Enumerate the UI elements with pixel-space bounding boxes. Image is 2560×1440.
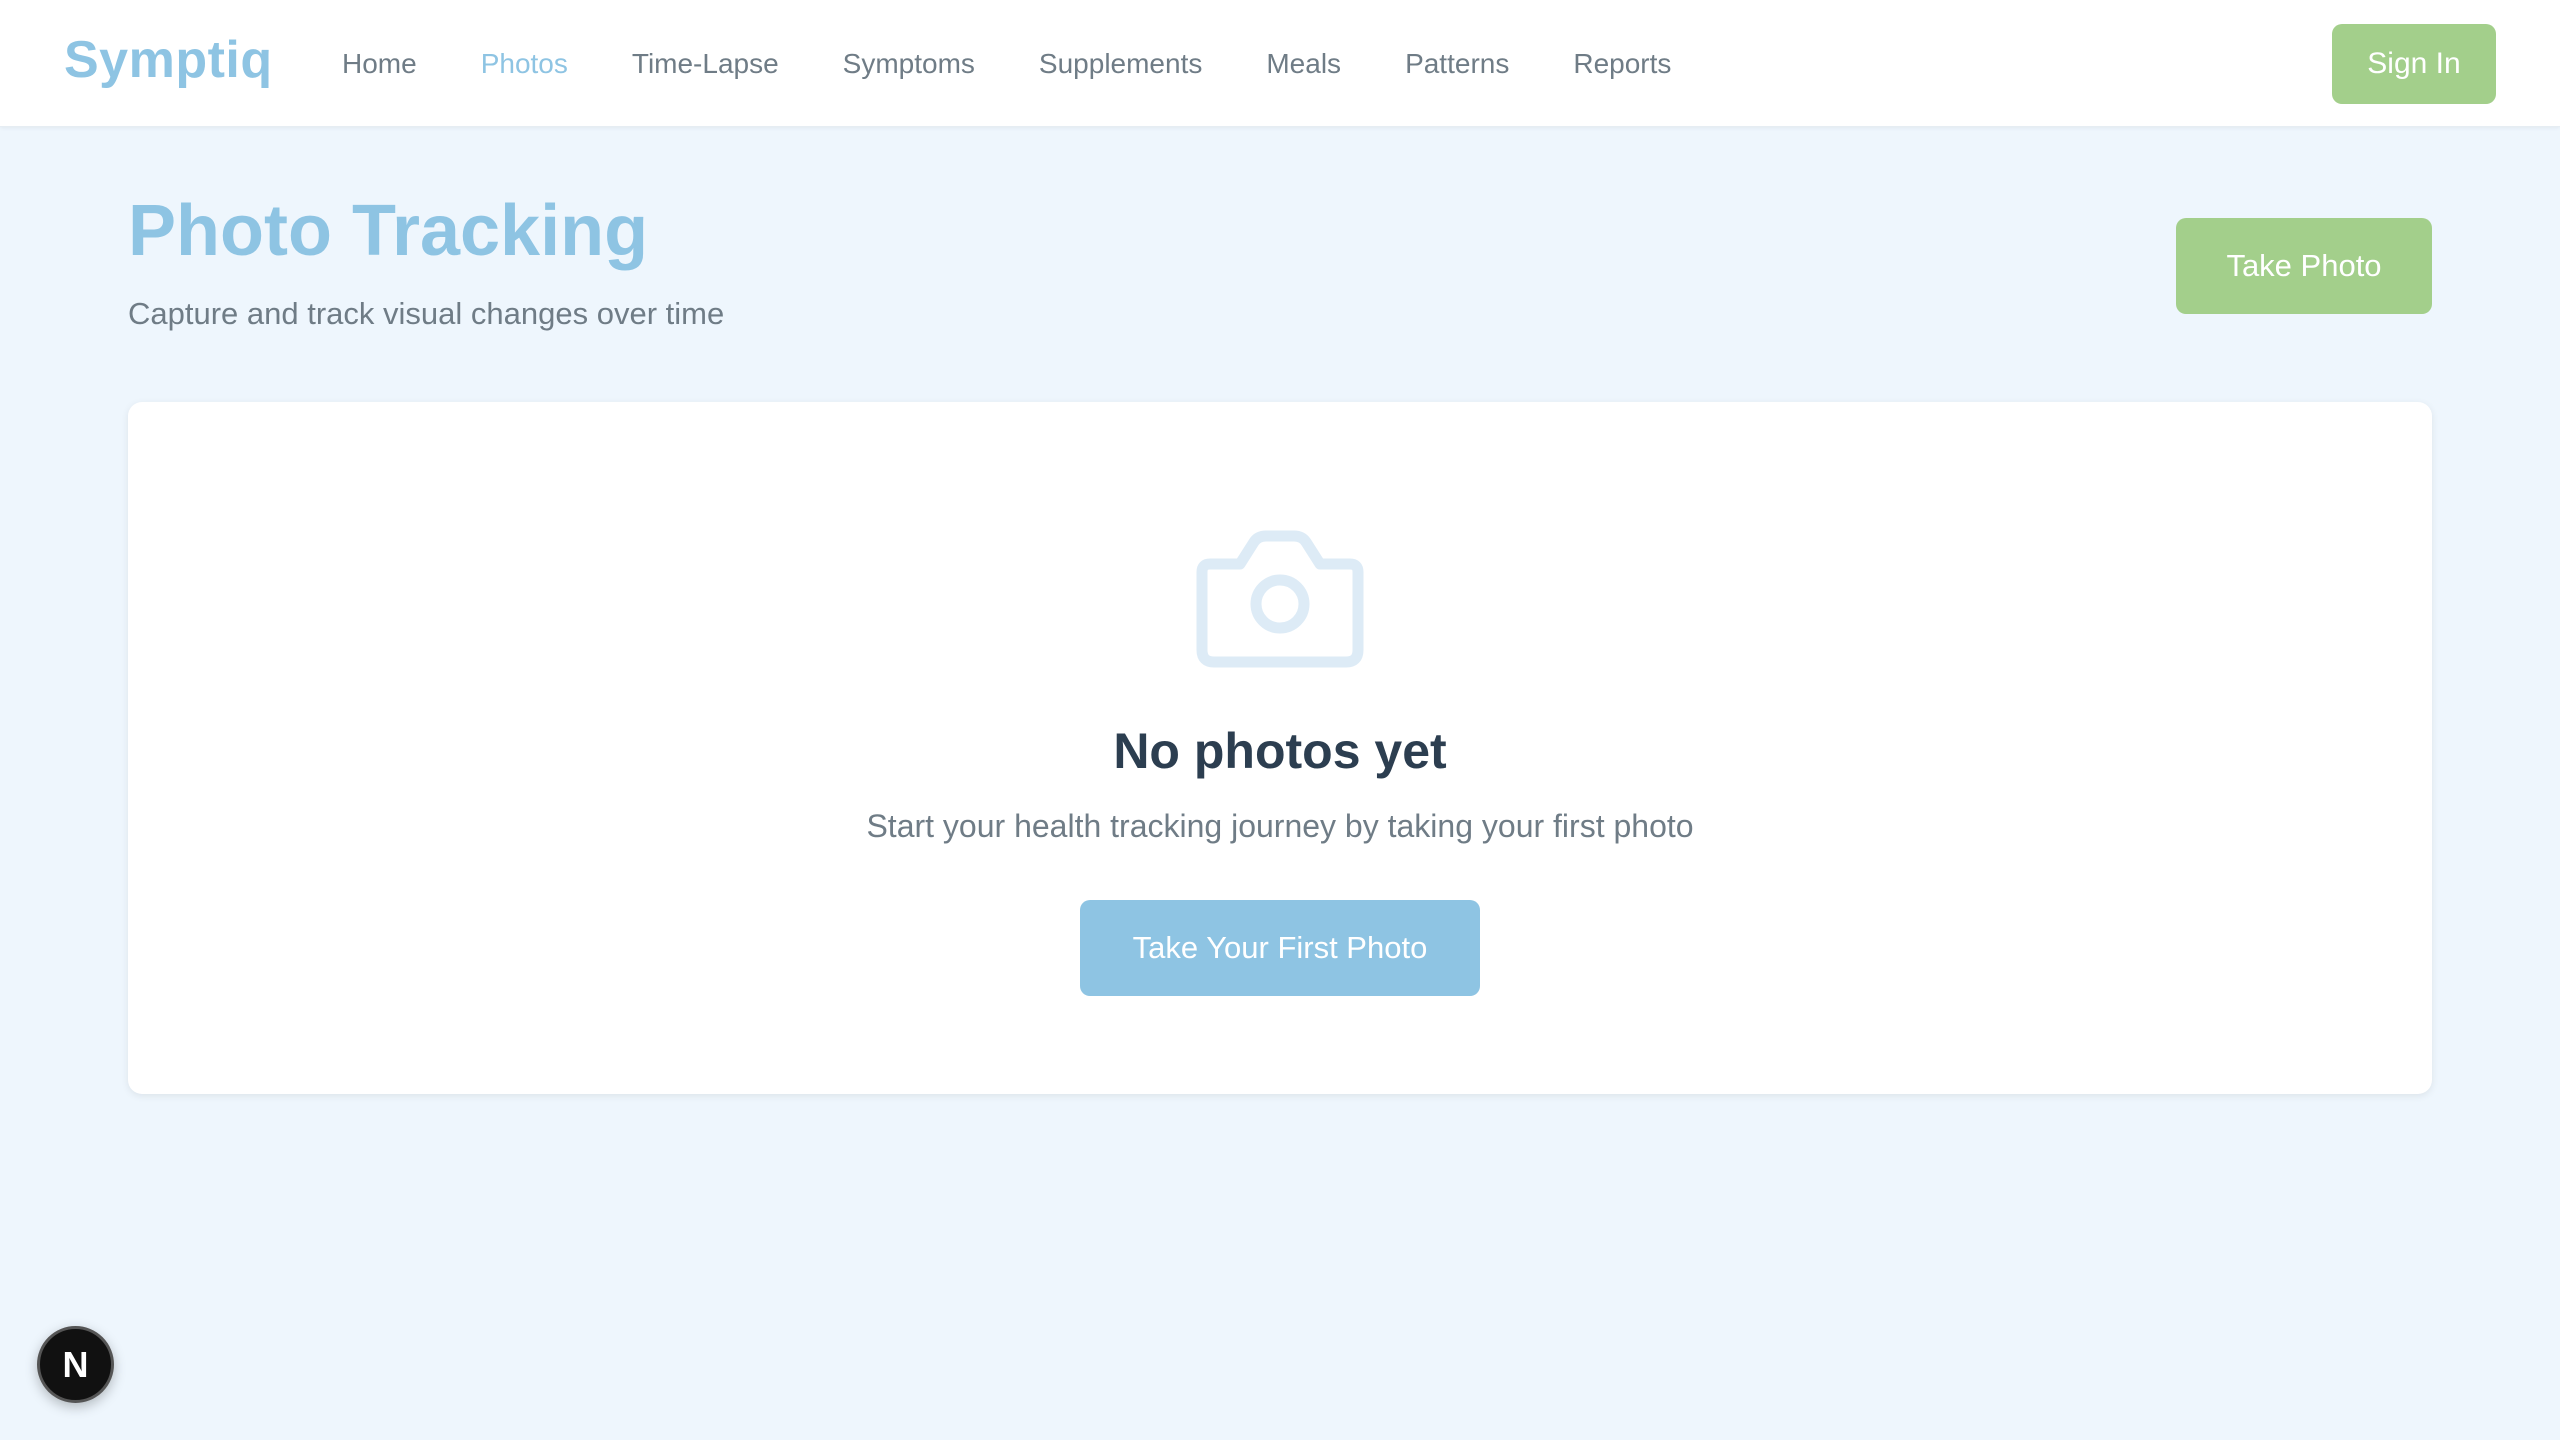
nav-item-label: Symptoms	[842, 47, 975, 79]
top-navbar: Symptiq Home Photos Time-Lapse Symptoms …	[0, 0, 2560, 127]
nav-item-label: Patterns	[1405, 47, 1510, 79]
nav-item-reports[interactable]: Reports	[1541, 0, 1703, 127]
nav-item-label: Meals	[1266, 47, 1342, 79]
take-first-photo-button[interactable]: Take Your First Photo	[1080, 900, 1480, 996]
nav-item-label: Supplements	[1038, 47, 1203, 79]
take-photo-button[interactable]: Take Photo	[2176, 218, 2432, 314]
page-subtitle: Capture and track visual changes over ti…	[128, 296, 725, 331]
nav-item-time-lapse[interactable]: Time-Lapse	[600, 0, 811, 127]
nav-item-supplements[interactable]: Supplements	[1007, 0, 1234, 127]
brand-logo[interactable]: Symptiq	[64, 30, 273, 90]
nav-item-label: Photos	[480, 47, 568, 79]
nav-item-label: Time-Lapse	[631, 47, 779, 79]
dev-badge-letter: N	[62, 1343, 89, 1385]
nav-links: Home Photos Time-Lapse Symptoms Suppleme…	[310, 0, 1703, 127]
nav-item-photos[interactable]: Photos	[449, 0, 600, 127]
empty-state-text: Start your health tracking journey by ta…	[866, 808, 1694, 844]
camera-icon	[1196, 530, 1364, 668]
nav-item-meals[interactable]: Meals	[1234, 0, 1373, 127]
page-title: Photo Tracking	[128, 191, 649, 271]
nav-item-label: Home	[342, 47, 417, 79]
empty-state-title: No photos yet	[1113, 723, 1447, 779]
nav-item-patterns[interactable]: Patterns	[1373, 0, 1541, 127]
nav-item-symptoms[interactable]: Symptoms	[811, 0, 1007, 127]
sign-in-button[interactable]: Sign In	[2332, 24, 2496, 104]
dev-tools-badge[interactable]: N	[37, 1326, 114, 1403]
nav-item-label: Reports	[1573, 47, 1672, 79]
nav-item-home[interactable]: Home	[310, 0, 449, 127]
